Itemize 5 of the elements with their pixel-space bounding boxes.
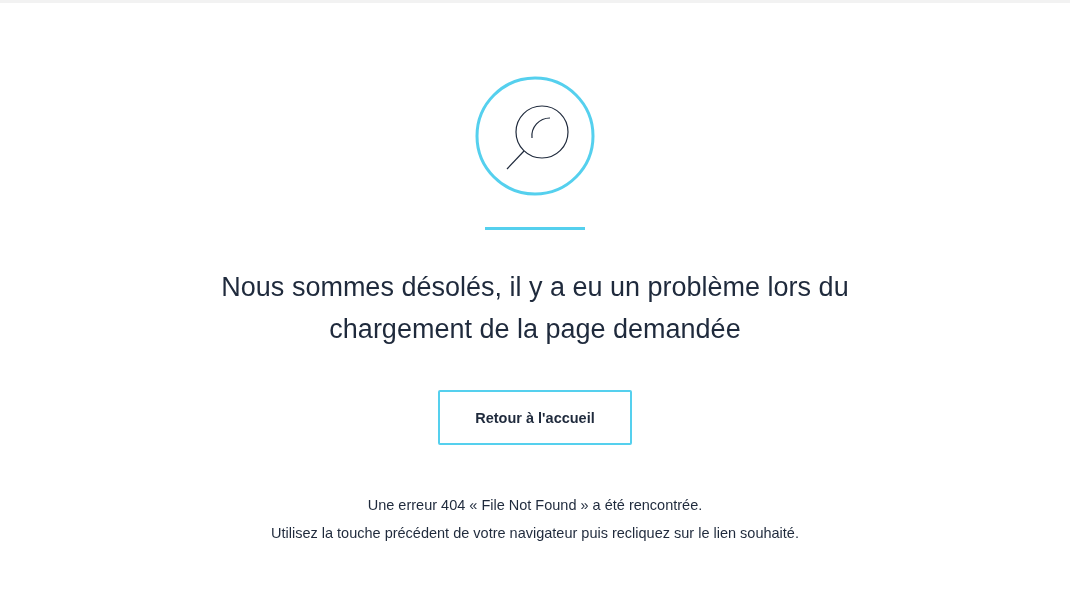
error-heading: Nous sommes désolés, il y a eu un problème lors du chargement de la page demandée xyxy=(220,271,850,346)
error-message: Utilisez la touche précédent de votre navigateur puis recliquez sur le lien souhaité. xyxy=(271,524,799,543)
error-message: Une erreur 404 « File Not Found » a été rencontrée. xyxy=(367,496,703,515)
home-button[interactable]: Retour à l'accueil xyxy=(438,390,632,445)
search-icon xyxy=(474,75,596,197)
